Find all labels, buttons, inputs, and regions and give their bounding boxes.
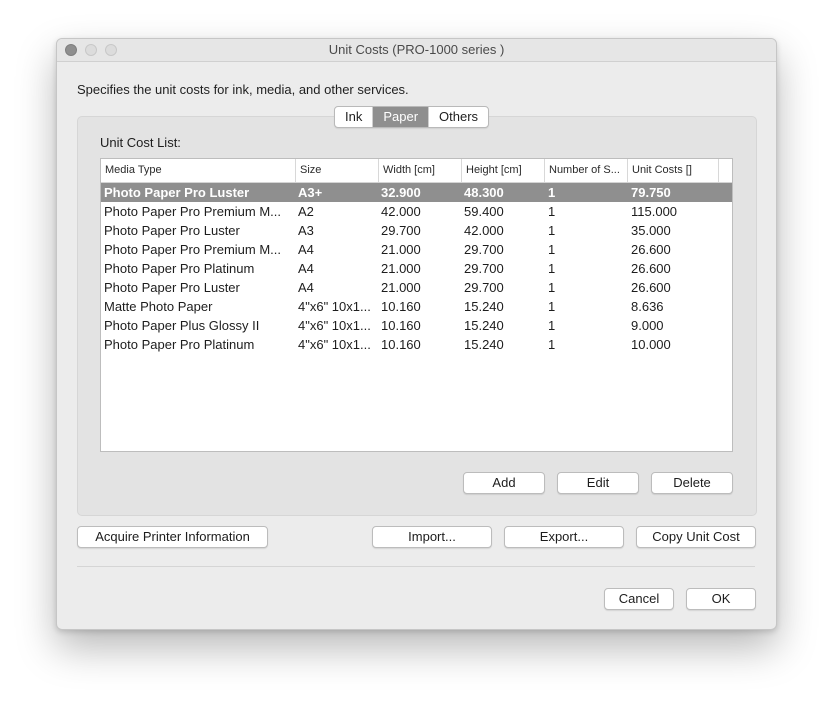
cell-width: 29.700 [381,223,421,238]
table-row[interactable]: Photo Paper Pro Premium M... A4 21.000 2… [101,240,732,259]
tab-others[interactable]: Others [429,107,488,127]
minimize-window-button[interactable] [85,44,97,56]
column-header-width[interactable]: Width [cm] [379,159,462,182]
zoom-window-button[interactable] [105,44,117,56]
unit-cost-list-label: Unit Cost List: [100,135,181,150]
cell-number: 1 [548,261,556,276]
cell-media-type: Photo Paper Pro Luster [104,185,250,200]
cell-height: 29.700 [464,242,504,257]
tab-bar: Ink Paper Others [334,106,490,128]
cell-size: A2 [298,204,314,219]
cell-size: A3 [298,223,314,238]
tab-ink[interactable]: Ink [335,107,374,127]
cell-media-type: Photo Paper Pro Premium M... [104,242,282,257]
cell-size: 4"x6" 10x1... [298,318,371,333]
cell-size: A4 [298,280,314,295]
window-title: Unit Costs (PRO-1000 series ) [328,42,505,57]
cell-width: 32.900 [381,185,421,200]
divider [77,566,755,567]
cell-height: 29.700 [464,280,504,295]
cell-media-type: Photo Paper Pro Luster [104,223,240,238]
cell-size: A3+ [298,185,323,200]
cell-number: 1 [548,299,556,314]
cell-height: 42.000 [464,223,504,238]
table-row[interactable]: Photo Paper Pro Luster A3+ 32.900 48.300… [101,183,732,202]
cell-size: 4"x6" 10x1... [298,299,371,314]
cell-width: 10.160 [381,299,421,314]
description-text: Specifies the unit costs for ink, media,… [77,82,409,97]
column-header-size[interactable]: Size [296,159,379,182]
cell-number: 1 [548,185,556,200]
cell-size: A4 [298,242,314,257]
cell-media-type: Photo Paper Pro Premium M... [104,204,282,219]
cell-unit-cost: 35.000 [631,223,671,238]
cell-height: 29.700 [464,261,504,276]
unit-cost-table[interactable]: Media Type Size Width [cm] Height [cm] N… [100,158,733,452]
cell-width: 10.160 [381,318,421,333]
cell-height: 15.240 [464,337,504,352]
unit-costs-window: Unit Costs (PRO-1000 series ) Specifies … [56,38,777,630]
cell-media-type: Photo Paper Pro Platinum [104,261,255,276]
export-button[interactable]: Export... [504,526,624,548]
cell-width: 21.000 [381,242,421,257]
cell-media-type: Photo Paper Pro Platinum [104,337,255,352]
cell-media-type: Matte Photo Paper [104,299,213,314]
table-row[interactable]: Photo Paper Pro Platinum A4 21.000 29.70… [101,259,732,278]
cell-height: 48.300 [464,185,504,200]
cell-unit-cost: 26.600 [631,242,671,257]
cell-unit-cost: 79.750 [631,185,671,200]
copy-unit-cost-button[interactable]: Copy Unit Cost [636,526,756,548]
cell-number: 1 [548,318,556,333]
table-row[interactable]: Photo Paper Pro Premium M... A2 42.000 5… [101,202,732,221]
cancel-button[interactable]: Cancel [604,588,674,610]
cell-media-type: Photo Paper Pro Luster [104,280,240,295]
cell-unit-cost: 26.600 [631,280,671,295]
cell-width: 42.000 [381,204,421,219]
tab-paper[interactable]: Paper [373,107,430,127]
column-header-unit-costs[interactable]: Unit Costs [] [628,159,719,182]
cell-unit-cost: 10.000 [631,337,671,352]
cell-number: 1 [548,242,556,257]
cell-size: 4"x6" 10x1... [298,337,371,352]
cell-number: 1 [548,280,556,295]
cell-height: 15.240 [464,318,504,333]
cell-number: 1 [548,337,556,352]
title-bar: Unit Costs (PRO-1000 series ) [57,39,776,62]
column-header-height[interactable]: Height [cm] [462,159,545,182]
cell-media-type: Photo Paper Plus Glossy II [104,318,260,333]
delete-button[interactable]: Delete [651,472,733,494]
table-row[interactable]: Matte Photo Paper 4"x6" 10x1... 10.160 1… [101,297,732,316]
add-button[interactable]: Add [463,472,545,494]
cell-number: 1 [548,204,556,219]
import-button[interactable]: Import... [372,526,492,548]
cell-number: 1 [548,223,556,238]
cell-width: 21.000 [381,280,421,295]
ok-button[interactable]: OK [686,588,756,610]
cell-height: 59.400 [464,204,504,219]
close-window-button[interactable] [65,44,77,56]
table-row[interactable]: Photo Paper Plus Glossy II 4"x6" 10x1...… [101,316,732,335]
cell-width: 10.160 [381,337,421,352]
cell-unit-cost: 9.000 [631,318,664,333]
cell-size: A4 [298,261,314,276]
table-row[interactable]: Photo Paper Pro Platinum 4"x6" 10x1... 1… [101,335,732,354]
column-header-media-type[interactable]: Media Type [101,159,296,182]
cell-width: 21.000 [381,261,421,276]
cell-unit-cost: 26.600 [631,261,671,276]
table-row[interactable]: Photo Paper Pro Luster A4 21.000 29.700 … [101,278,732,297]
table-header: Media Type Size Width [cm] Height [cm] N… [101,159,732,183]
column-header-number-of-sheets[interactable]: Number of S... [545,159,628,182]
cell-unit-cost: 8.636 [631,299,664,314]
cell-height: 15.240 [464,299,504,314]
cell-unit-cost: 115.000 [631,204,678,219]
acquire-printer-information-button[interactable]: Acquire Printer Information [77,526,268,548]
table-row[interactable]: Photo Paper Pro Luster A3 29.700 42.000 … [101,221,732,240]
edit-button[interactable]: Edit [557,472,639,494]
